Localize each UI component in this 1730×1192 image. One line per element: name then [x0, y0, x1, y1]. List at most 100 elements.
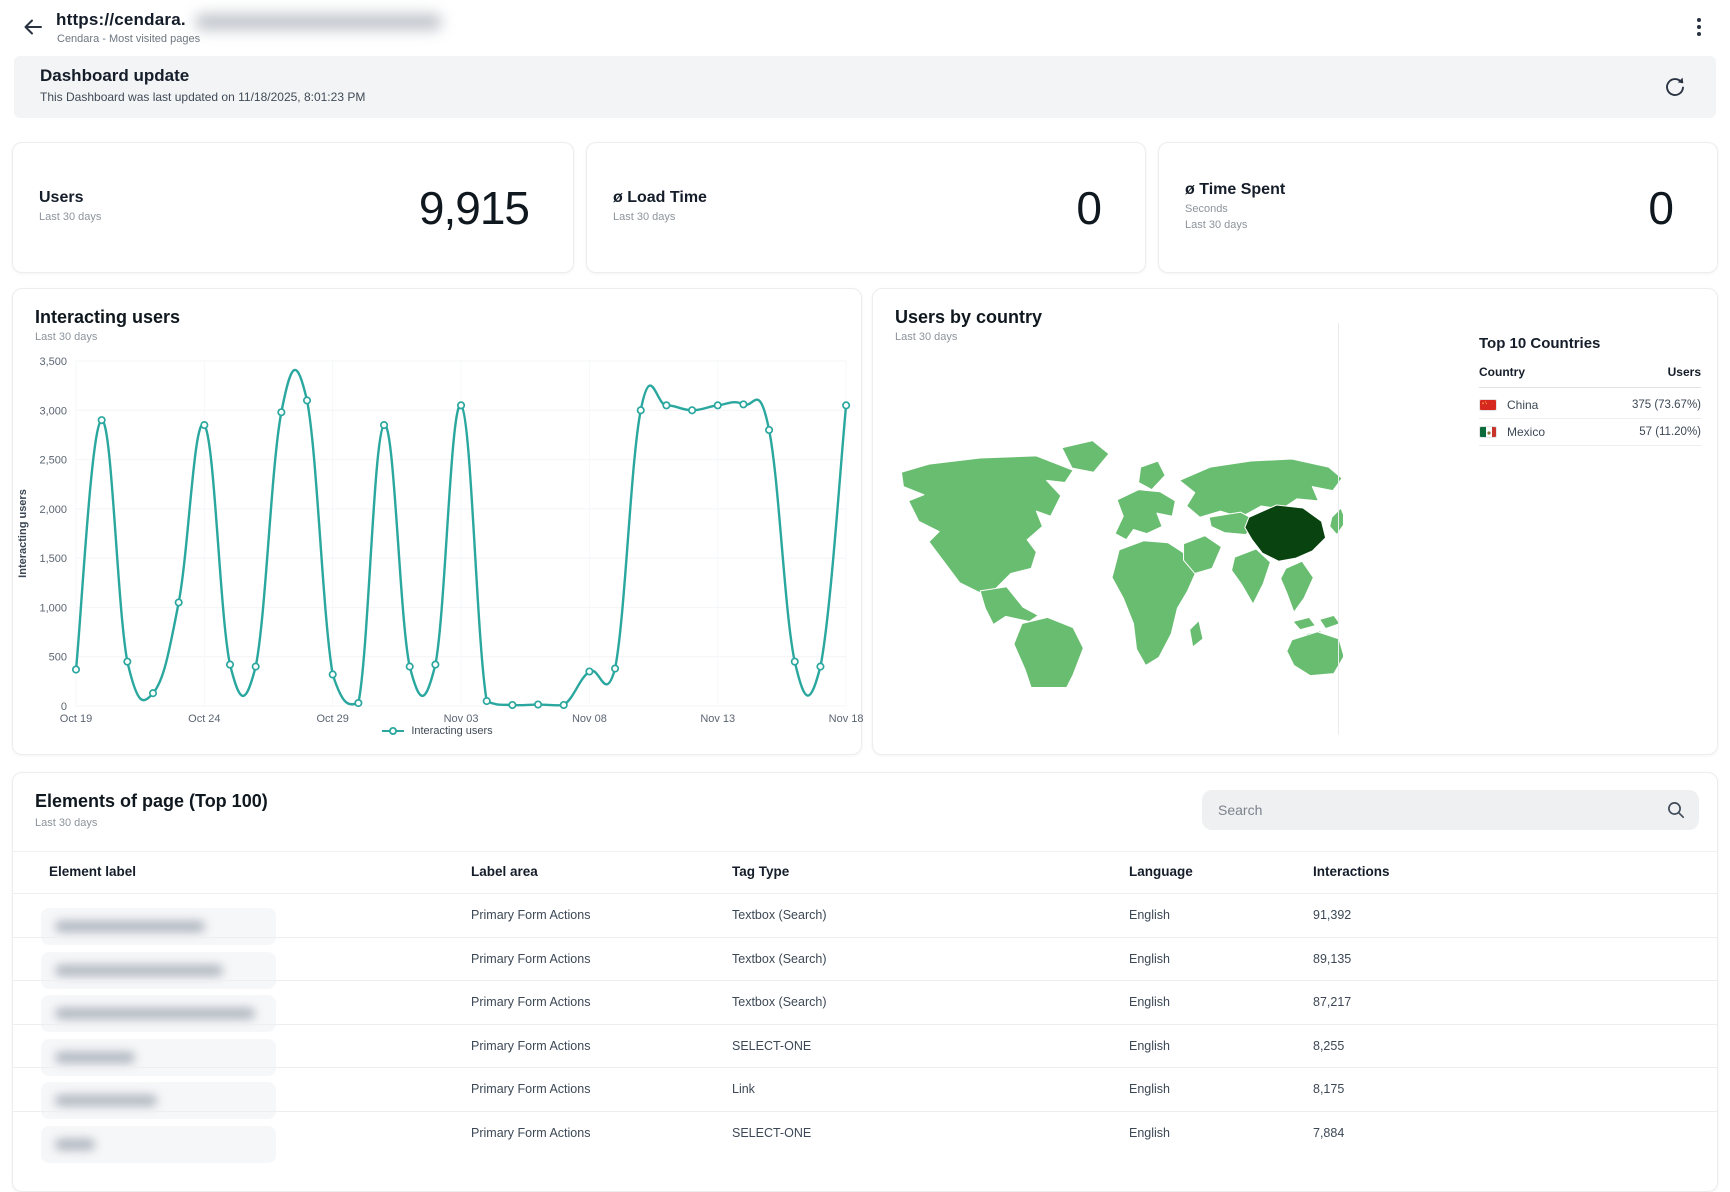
table-header-row: Element label Label area Tag Type Langua…: [13, 851, 1717, 893]
top-countries-header: Country Users: [1479, 365, 1701, 388]
cell-label-area: Primary Form Actions: [471, 1038, 591, 1053]
dashboard-update-banner: Dashboard update This Dashboard was last…: [14, 56, 1716, 118]
table-period: Last 30 days: [35, 817, 98, 829]
cell-label-area: Primary Form Actions: [471, 995, 591, 1009]
svg-text:Oct 29: Oct 29: [316, 713, 348, 725]
interacting-users-line-chart[interactable]: 0 500 1,000 1,500 2,000 2,500 3,000 3,500 Oct 19…: [13, 347, 863, 739]
table-row: Primary Form Actions Link English 8,175: [13, 1067, 1717, 1119]
search-icon[interactable]: [1666, 800, 1686, 825]
table-row: Primary Form Actions SELECT-ONE English …: [13, 1110, 1717, 1163]
kpi-unit: Seconds: [1185, 203, 1228, 216]
table-row: Primary Form Actions Textbox (Search) En…: [13, 980, 1717, 1032]
banner-title: Dashboard update: [40, 66, 190, 85]
cell-tag-type: SELECT-ONE: [732, 1038, 812, 1053]
svg-text:Oct 19: Oct 19: [60, 713, 92, 725]
country-name: China: [1507, 398, 1539, 412]
country-row-china: China 375 (73.67%): [1479, 392, 1701, 419]
refresh-icon: [1666, 77, 1684, 96]
cell-interactions: 7,884: [1313, 1125, 1345, 1140]
svg-text:0: 0: [61, 701, 67, 713]
svg-text:2,000: 2,000: [39, 504, 67, 516]
kpi-title: Users: [39, 189, 84, 207]
cell-tag-type: Textbox (Search): [732, 951, 827, 966]
back-arrow-icon: [24, 19, 42, 35]
redacted-element-label: [41, 1125, 276, 1163]
back-button[interactable]: [20, 15, 46, 41]
page-url: https://cendara.: [56, 10, 186, 29]
cell-label-area: Primary Form Actions: [471, 1125, 591, 1140]
col-element-label: Element label: [49, 864, 137, 879]
map-title: Users by country: [895, 307, 1043, 327]
svg-text:1,000: 1,000: [39, 602, 67, 614]
cell-label-area: Primary Form Actions: [471, 908, 591, 922]
kpi-value: 9,915: [418, 181, 530, 234]
kpi-title: ø Load Time: [613, 189, 707, 207]
svg-text:Nov 18: Nov 18: [829, 713, 863, 725]
table-title: Elements of page (Top 100): [35, 791, 268, 811]
col-tag-type: Tag Type: [732, 864, 790, 879]
col-language: Language: [1129, 864, 1193, 879]
page-subtitle: Cendara - Most visited pages: [57, 33, 201, 45]
kebab-menu-button[interactable]: [1688, 16, 1710, 38]
kpi-card-users: Users Last 30 days 9,915: [12, 142, 574, 273]
country-name: Mexico: [1507, 425, 1546, 439]
cell-language: English: [1129, 995, 1170, 1009]
cell-tag-type: Textbox (Search): [732, 995, 827, 1009]
cell-tag-type: Link: [732, 1082, 755, 1096]
cell-interactions: 91,392: [1313, 908, 1352, 922]
users-by-country-card: Users by country Last 30 days Top 10 Cou…: [872, 288, 1718, 755]
banner-subtitle: This Dashboard was last updated on 11/18…: [40, 90, 366, 104]
kpi-card-time-spent: ø Time Spent Seconds Last 30 days 0: [1158, 142, 1718, 273]
search-box: [1202, 790, 1699, 830]
redacted-url-segment: [196, 14, 441, 30]
china-flag-icon: [1479, 399, 1497, 411]
col-interactions: Interactions: [1313, 864, 1390, 879]
svg-text:3,500: 3,500: [39, 356, 67, 368]
chart-legend: Interacting users: [13, 725, 861, 737]
chart-period: Last 30 days: [35, 331, 98, 343]
search-input[interactable]: [1218, 790, 1648, 830]
kpi-period: Last 30 days: [39, 211, 102, 224]
table-row: Primary Form Actions Textbox (Search) En…: [13, 936, 1717, 989]
mexico-flag-icon: [1479, 426, 1497, 438]
browser-header: https://cendara. Cendara - Most visited …: [0, 0, 1730, 52]
cell-interactions: 87,217: [1313, 995, 1352, 1009]
kpi-value: 0: [1076, 181, 1102, 234]
world-choropleth-map[interactable]: [883, 417, 1343, 687]
chart-title: Interacting users: [35, 307, 181, 327]
map-list-divider: [1338, 323, 1339, 735]
svg-text:Nov 08: Nov 08: [572, 713, 607, 725]
cell-language: English: [1129, 1038, 1170, 1053]
cell-label-area: Primary Form Actions: [471, 1082, 591, 1096]
country-row-mexico: Mexico 57 (11.20%): [1479, 419, 1701, 446]
table-row: Primary Form Actions Textbox (Search) En…: [13, 893, 1717, 945]
svg-text:500: 500: [49, 652, 67, 664]
cell-label-area: Primary Form Actions: [471, 951, 591, 966]
elements-of-page-card: Elements of page (Top 100) Last 30 days …: [12, 772, 1718, 1192]
cell-language: English: [1129, 908, 1170, 922]
cell-tag-type: SELECT-ONE: [732, 1125, 812, 1140]
cell-interactions: 8,175: [1313, 1082, 1345, 1096]
country-users: 375 (73.67%): [1631, 399, 1701, 411]
cell-interactions: 89,135: [1313, 951, 1352, 966]
legend-line-marker-icon: [382, 727, 405, 735]
kpi-period: Last 30 days: [1185, 219, 1248, 231]
kpi-value: 0: [1648, 181, 1674, 234]
cell-language: English: [1129, 1125, 1170, 1140]
col-country: Country: [1479, 365, 1525, 379]
cell-tag-type: Textbox (Search): [732, 908, 827, 922]
top-countries-title: Top 10 Countries: [1479, 335, 1601, 352]
svg-text:3,000: 3,000: [39, 405, 67, 417]
col-users: Users: [1667, 365, 1701, 379]
svg-text:Interacting users: Interacting users: [17, 489, 29, 578]
cell-language: English: [1129, 1082, 1170, 1096]
legend-label: Interacting users: [411, 725, 493, 737]
svg-text:1,500: 1,500: [39, 553, 67, 565]
kpi-title: ø Time Spent: [1185, 181, 1286, 199]
interacting-users-card: Interacting users Last 30 days 0 500 1,000…: [12, 288, 863, 755]
cell-interactions: 8,255: [1313, 1038, 1345, 1053]
kpi-card-load-time: ø Load Time Last 30 days 0: [586, 142, 1146, 273]
table-row: Primary Form Actions SELECT-ONE English …: [13, 1023, 1717, 1076]
refresh-button[interactable]: [1662, 75, 1688, 101]
svg-text:2,500: 2,500: [39, 455, 67, 467]
